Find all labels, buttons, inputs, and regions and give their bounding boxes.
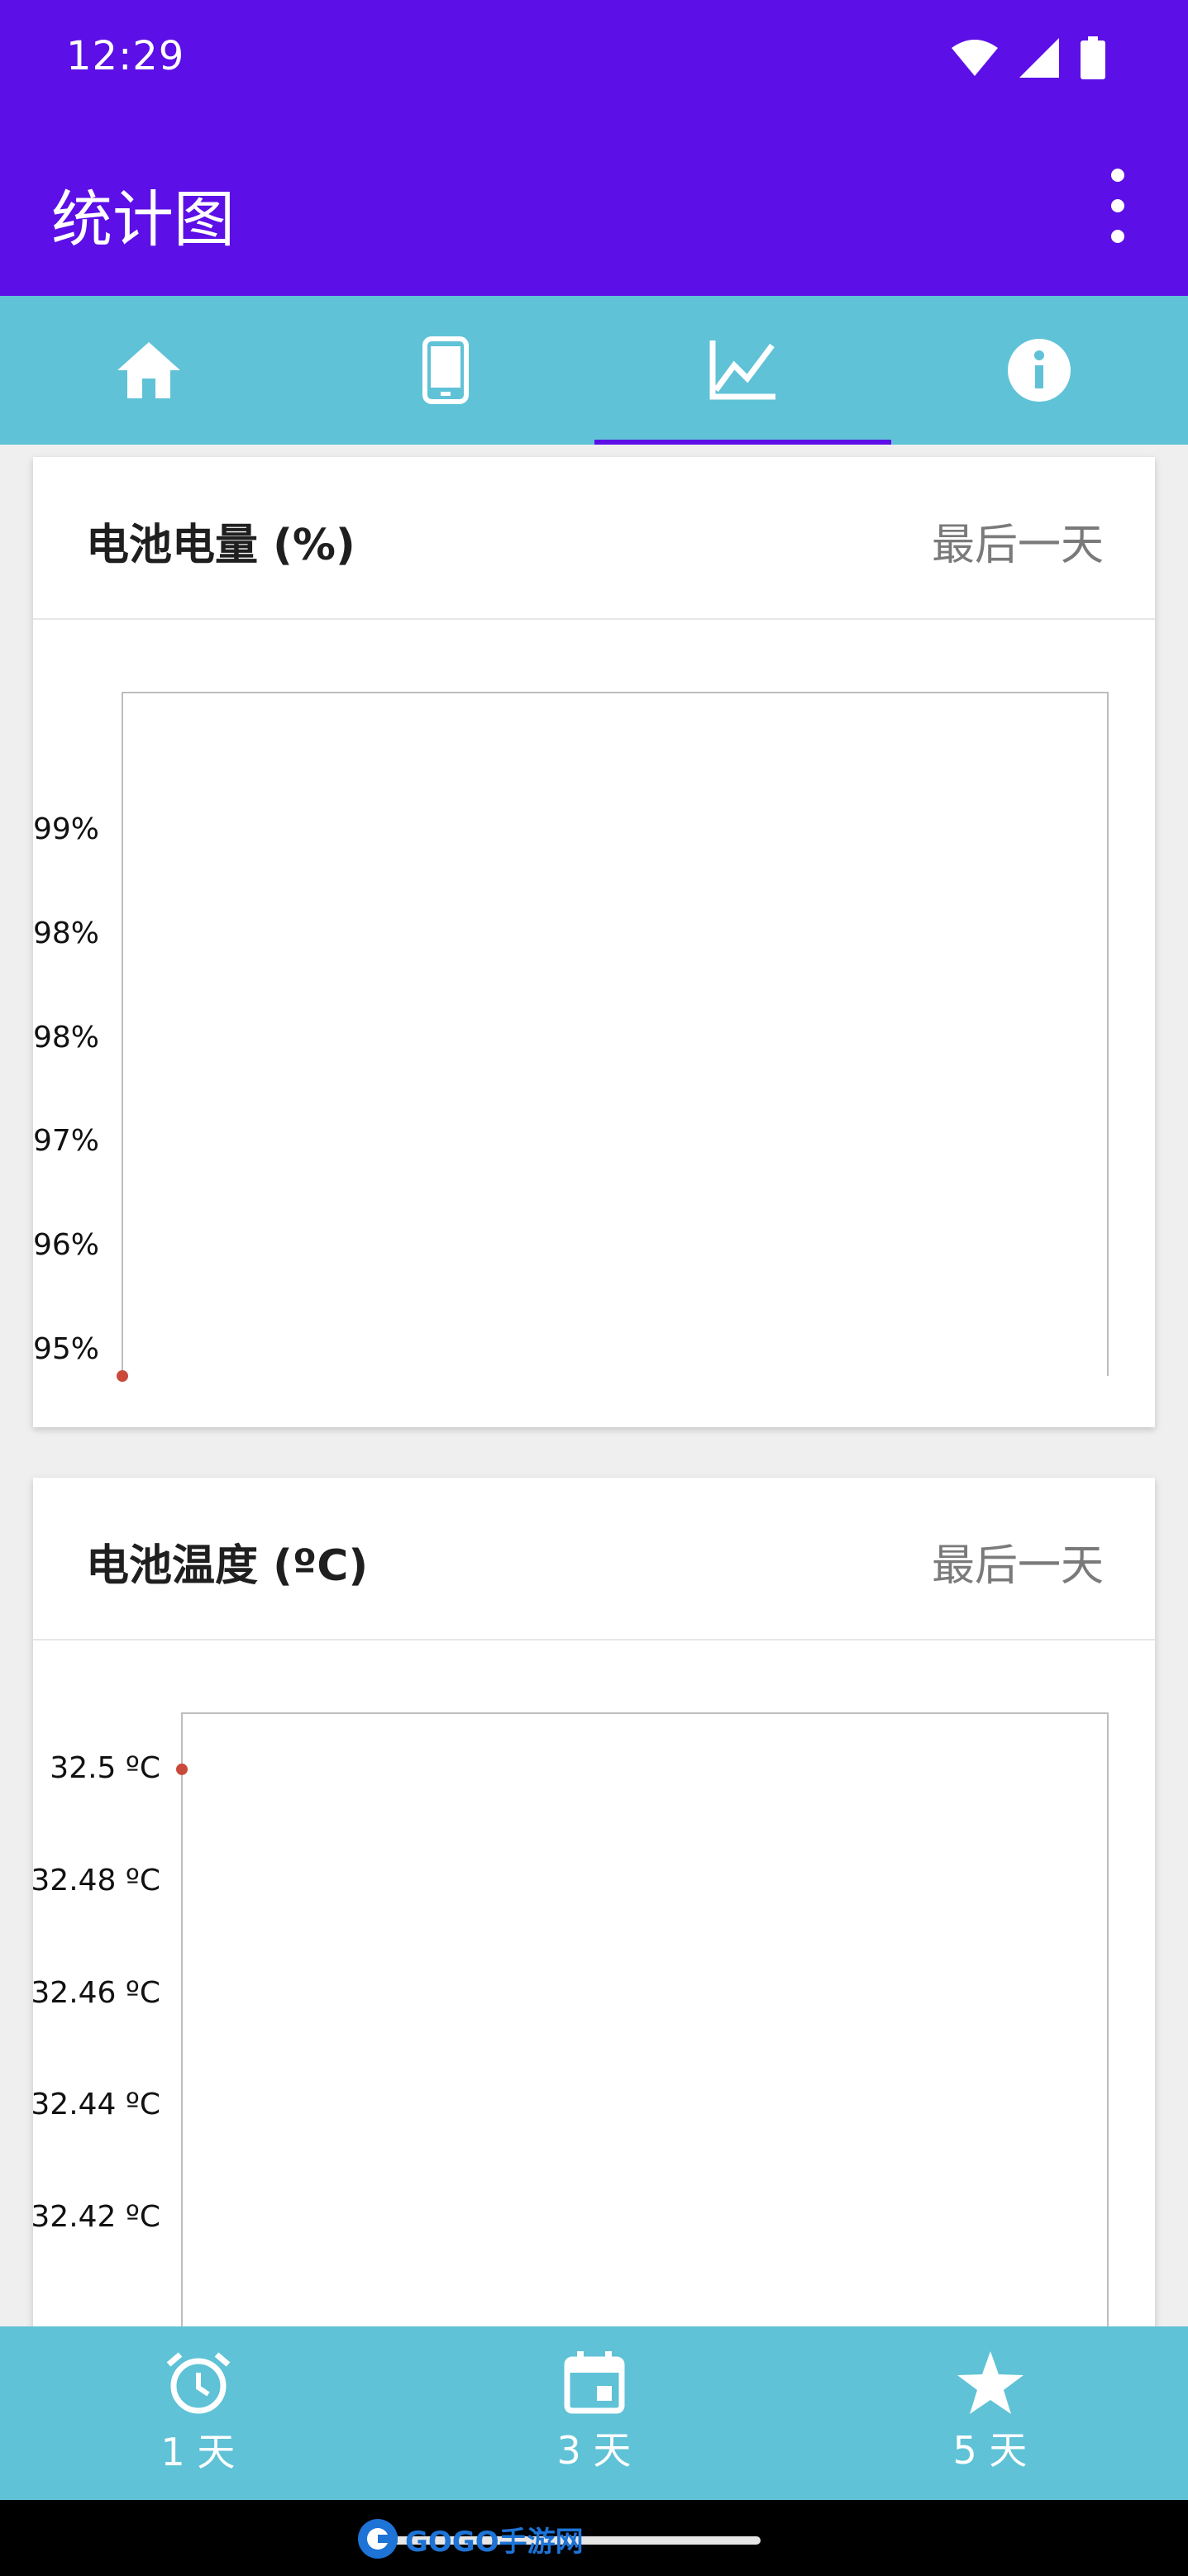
y-tick-label: 95%	[32, 1331, 99, 1366]
plot-frame	[122, 692, 1109, 1376]
y-tick-label: 98%	[32, 917, 99, 951]
battery-level-card: 电池电量 (%) 最后一天 99% 98% 98% 97% 96% 95%	[33, 457, 1155, 1427]
status-time: 12:29	[66, 33, 185, 79]
cell-signal-icon	[1019, 38, 1059, 78]
overflow-menu-button[interactable]	[1097, 169, 1138, 243]
tab-device[interactable]	[297, 296, 594, 445]
y-tick-label: 32.42 ºC	[31, 2200, 160, 2235]
nav-label: 1 天	[160, 2430, 236, 2474]
chart-icon	[709, 340, 776, 400]
phone-icon	[422, 336, 469, 404]
system-navigation-bar: GOGO手游网	[0, 2500, 1188, 2576]
watermark-logo-icon	[358, 2519, 398, 2559]
y-tick-label: 97%	[32, 1124, 99, 1159]
tab-charts[interactable]	[594, 296, 892, 445]
battery-temperature-chart-svg	[176, 1712, 1109, 2387]
y-tick-label: 98%	[32, 1020, 99, 1055]
nav-3-days[interactable]: 3 天	[396, 2326, 792, 2500]
wifi-icon	[952, 40, 998, 76]
battery-temperature-card: 电池温度 (ºC) 最后一天 32.5 ºC 32.48 ºC 32.46 ºC 32…	[31, 1478, 1155, 2387]
y-tick-label: 99%	[32, 812, 99, 847]
nav-label: 3 天	[556, 2428, 632, 2473]
data-point	[117, 1370, 128, 1382]
more-vert-icon-dot	[1111, 199, 1124, 212]
calendar-icon	[564, 2351, 624, 2414]
info-icon	[1008, 339, 1071, 402]
battery-level-chart-svg	[117, 692, 1109, 1382]
home-icon	[117, 342, 180, 398]
watermark-text: GOGO手游网	[405, 2525, 584, 2559]
alarm-clock-icon	[166, 2352, 230, 2414]
time-range-label[interactable]: 最后一天	[932, 1531, 1104, 1593]
battery-level-chart: 99% 98% 98% 97% 96% 95%	[33, 620, 1155, 1427]
status-icons	[952, 36, 1105, 79]
y-tick-label: 32.5 ºC	[50, 1750, 160, 1785]
card-header: 电池电量 (%) 最后一天	[33, 457, 1155, 620]
battery-icon	[1081, 36, 1105, 79]
tab-home[interactable]	[0, 296, 297, 445]
card-title: 电池电量 (%)	[86, 521, 355, 570]
page-title: 统计图	[51, 184, 235, 255]
plot-frame	[181, 1712, 1109, 2387]
time-range-label[interactable]: 最后一天	[932, 510, 1104, 572]
data-point	[176, 1763, 188, 1775]
y-tick-label: 32.44 ºC	[31, 2088, 160, 2122]
card-header: 电池温度 (ºC) 最后一天	[33, 1478, 1155, 1640]
watermark: GOGO手游网	[355, 2516, 584, 2561]
more-vert-icon-dot	[1111, 230, 1124, 243]
nav-1-day[interactable]: 1 天	[0, 2326, 396, 2500]
nav-5-days[interactable]: 5 天	[792, 2326, 1188, 2500]
top-tab-bar	[0, 296, 1188, 445]
app-bar: 统计图	[0, 116, 1188, 296]
nav-label: 5 天	[952, 2428, 1028, 2473]
status-bar: 12:29	[0, 0, 1188, 116]
y-tick-label: 32.48 ºC	[31, 1863, 160, 1897]
y-tick-label: 32.46 ºC	[31, 1975, 160, 2010]
bottom-navigation: 1 天 3 天 5 天	[0, 2326, 1188, 2500]
star-icon	[957, 2351, 1023, 2414]
card-title: 电池温度 (ºC)	[86, 1541, 369, 1591]
y-tick-label: 96%	[32, 1227, 99, 1262]
tab-info[interactable]	[891, 296, 1188, 445]
battery-temperature-chart: 32.5 ºC 32.48 ºC 32.46 ºC 32.44 ºC 32.42 ºC	[31, 1640, 1155, 2387]
more-vert-icon	[1111, 169, 1124, 182]
